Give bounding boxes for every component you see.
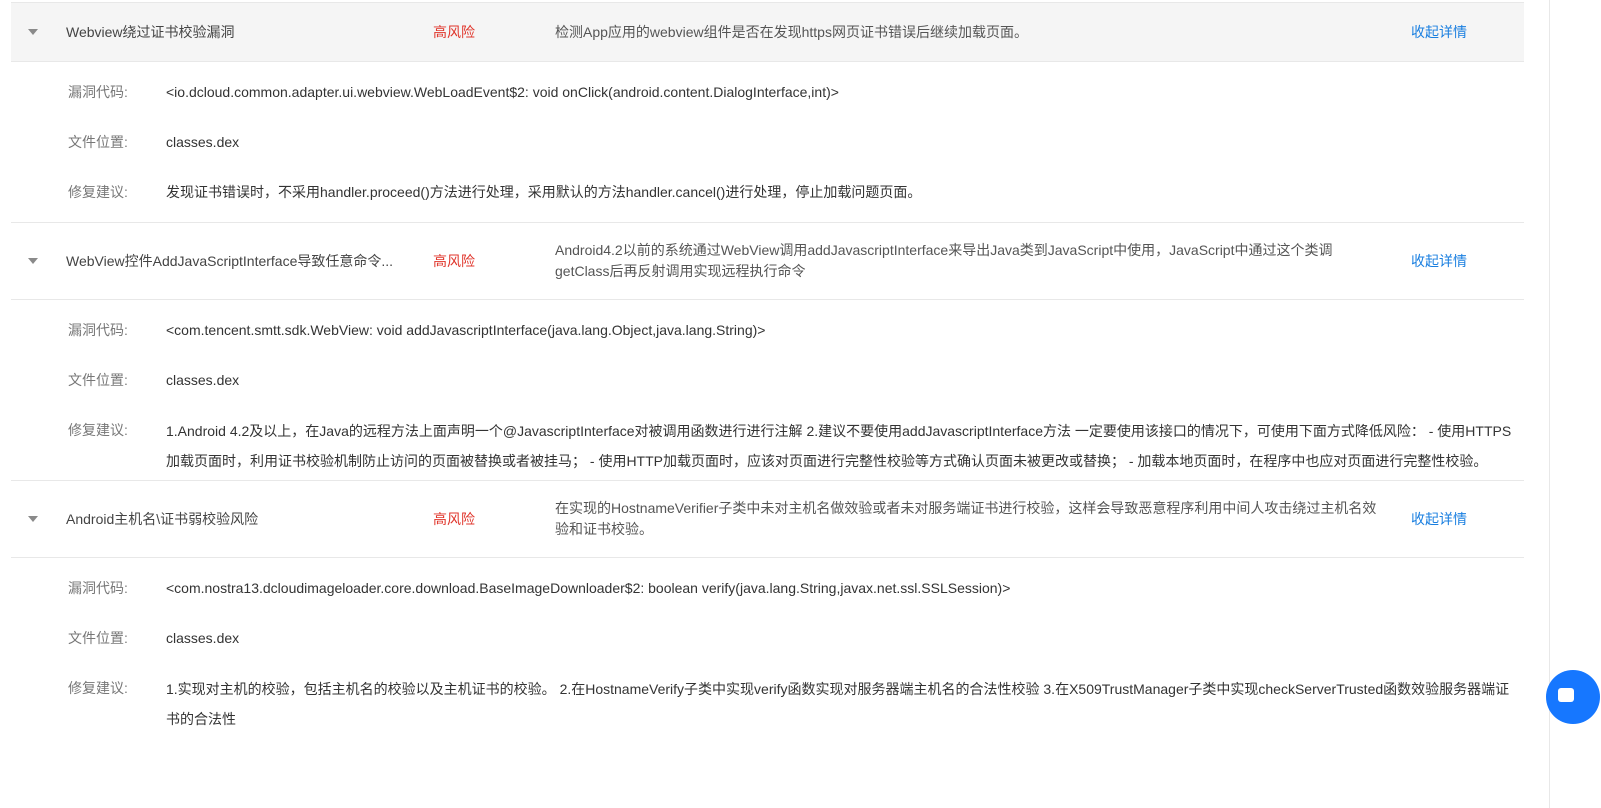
vulnerability-description: Android4.2以前的系统通过WebView调用addJavascriptI…: [555, 242, 1333, 279]
caret-down-icon[interactable]: [28, 516, 38, 522]
detail-label: 修复建议:: [68, 680, 128, 696]
detail-row-fix: 修复建议: 发现证书错误时，不采用handler.proceed()方法进行处理…: [11, 168, 1524, 218]
detail-label: 漏洞代码:: [68, 580, 128, 596]
collapse-details-link[interactable]: 收起详情: [1411, 22, 1467, 42]
risk-level: 高风险: [433, 24, 475, 40]
risk-level: 高风险: [433, 511, 475, 527]
detail-fix-value: 1.实现对主机的校验，包括主机名的校验以及主机证书的校验。 2.在Hostnam…: [166, 681, 1510, 727]
vulnerability-description: 检测App应用的webview组件是否在发现https网页证书错误后继续加载页面…: [555, 23, 1028, 40]
vulnerability-details: 漏洞代码: <com.tencent.smtt.sdk.WebView: voi…: [11, 300, 1524, 480]
collapse-details-link[interactable]: 收起详情: [1411, 509, 1467, 529]
detail-fix-value: 1.Android 4.2及以上，在Java的远程方法上面声明一个@Javasc…: [166, 423, 1512, 469]
vulnerability-item: Android主机名\证书弱校验风险 高风险 在实现的HostnameVerif…: [11, 480, 1524, 738]
detail-label: 漏洞代码:: [68, 84, 128, 100]
collapse-details-link[interactable]: 收起详情: [1411, 251, 1467, 271]
vulnerability-item: WebView控件AddJavaScriptInterface导致任意命令...…: [11, 222, 1524, 480]
vulnerability-name: WebView控件AddJavaScriptInterface导致任意命令...: [66, 253, 394, 269]
vulnerability-name: Webview绕过证书校验漏洞: [66, 24, 235, 40]
detail-row-file: 文件位置: classes.dex: [11, 356, 1524, 406]
vulnerability-details: 漏洞代码: <com.nostra13.dcloudimageloader.co…: [11, 558, 1524, 738]
caret-down-icon[interactable]: [28, 258, 38, 264]
chat-button[interactable]: [1546, 670, 1600, 724]
detail-code-value: <com.nostra13.dcloudimageloader.core.dow…: [166, 580, 1011, 596]
vulnerability-header-row[interactable]: WebView控件AddJavaScriptInterface导致任意命令...…: [11, 222, 1524, 300]
detail-code-value: <io.dcloud.common.adapter.ui.webview.Web…: [166, 84, 839, 100]
detail-label: 修复建议:: [68, 422, 128, 438]
chat-bubble-icon: [1558, 688, 1574, 702]
vulnerability-list: Webview绕过证书校验漏洞 高风险 检测App应用的webview组件是否在…: [11, 0, 1524, 738]
detail-fix-value: 发现证书错误时，不采用handler.proceed()方法进行处理，采用默认的…: [166, 184, 922, 200]
detail-row-file: 文件位置: classes.dex: [11, 614, 1524, 664]
vulnerability-header-row[interactable]: Webview绕过证书校验漏洞 高风险 检测App应用的webview组件是否在…: [11, 2, 1524, 62]
detail-row-fix: 修复建议: 1.实现对主机的校验，包括主机名的校验以及主机证书的校验。 2.在H…: [11, 664, 1524, 734]
vulnerability-item: Webview绕过证书校验漏洞 高风险 检测App应用的webview组件是否在…: [11, 2, 1524, 222]
vulnerability-description: 在实现的HostnameVerifier子类中未对主机名做效验或者未对服务端证书…: [555, 500, 1377, 537]
detail-label: 文件位置:: [68, 372, 128, 388]
vulnerability-details: 漏洞代码: <io.dcloud.common.adapter.ui.webvi…: [11, 62, 1524, 222]
detail-label: 漏洞代码:: [68, 322, 128, 338]
detail-label: 文件位置:: [68, 630, 128, 646]
detail-row-file: 文件位置: classes.dex: [11, 118, 1524, 168]
detail-file-value: classes.dex: [166, 372, 240, 388]
risk-level: 高风险: [433, 253, 475, 269]
detail-row-code: 漏洞代码: <com.tencent.smtt.sdk.WebView: voi…: [11, 306, 1524, 356]
detail-label: 文件位置:: [68, 134, 128, 150]
detail-row-fix: 修复建议: 1.Android 4.2及以上，在Java的远程方法上面声明一个@…: [11, 406, 1524, 476]
vulnerability-header-row[interactable]: Android主机名\证书弱校验风险 高风险 在实现的HostnameVerif…: [11, 480, 1524, 558]
detail-label: 修复建议:: [68, 184, 128, 200]
detail-file-value: classes.dex: [166, 134, 240, 150]
detail-row-code: 漏洞代码: <com.nostra13.dcloudimageloader.co…: [11, 564, 1524, 614]
vulnerability-name: Android主机名\证书弱校验风险: [66, 511, 259, 527]
caret-down-icon[interactable]: [28, 29, 38, 35]
detail-file-value: classes.dex: [166, 630, 240, 646]
detail-row-code: 漏洞代码: <io.dcloud.common.adapter.ui.webvi…: [11, 68, 1524, 118]
detail-code-value: <com.tencent.smtt.sdk.WebView: void addJ…: [166, 322, 766, 338]
